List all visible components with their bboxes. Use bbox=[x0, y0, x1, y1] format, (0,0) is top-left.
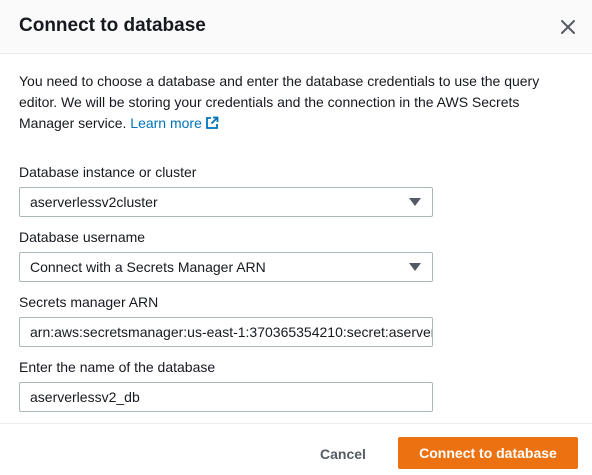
instance-select[interactable]: aserverlessv2cluster bbox=[19, 187, 433, 217]
arn-field: Secrets manager ARN arn:aws:secretsmanag… bbox=[19, 292, 433, 347]
modal-header: Connect to database bbox=[0, 0, 592, 54]
description: You need to choose a database and enter … bbox=[19, 71, 549, 134]
description-text: You need to choose a database and enter … bbox=[19, 73, 540, 131]
connect-button[interactable]: Connect to database bbox=[398, 437, 578, 469]
caret-down-icon bbox=[409, 198, 421, 206]
learn-more-link[interactable]: Learn more bbox=[130, 115, 219, 131]
modal-title: Connect to database bbox=[19, 15, 206, 36]
username-field: Database username Connect with a Secrets… bbox=[19, 227, 433, 282]
close-icon bbox=[561, 20, 575, 34]
username-label: Database username bbox=[19, 229, 146, 245]
instance-field: Database instance or cluster aserverless… bbox=[19, 162, 433, 217]
dbname-input[interactable]: aserverlessv2_db bbox=[19, 382, 433, 412]
dbname-value: aserverlessv2_db bbox=[30, 389, 140, 405]
connect-database-modal: Connect to database You need to choose a… bbox=[0, 0, 592, 475]
modal-footer: Cancel Connect to database bbox=[0, 423, 592, 475]
instance-value: aserverlessv2cluster bbox=[30, 194, 158, 210]
dbname-label: Enter the name of the database bbox=[19, 359, 216, 375]
external-link-icon bbox=[205, 116, 219, 129]
username-select[interactable]: Connect with a Secrets Manager ARN bbox=[19, 252, 433, 282]
dbname-field: Enter the name of the database aserverle… bbox=[19, 357, 433, 412]
caret-down-icon bbox=[409, 263, 421, 271]
modal-body: You need to choose a database and enter … bbox=[19, 71, 575, 134]
arn-label: Secrets manager ARN bbox=[19, 294, 159, 310]
close-button[interactable] bbox=[556, 15, 580, 39]
learn-more-label: Learn more bbox=[130, 115, 202, 131]
arn-input[interactable]: arn:aws:secretsmanager:us-east-1:3703653… bbox=[19, 317, 433, 347]
username-value: Connect with a Secrets Manager ARN bbox=[30, 259, 266, 275]
arn-value: arn:aws:secretsmanager:us-east-1:3703653… bbox=[30, 324, 432, 340]
instance-label: Database instance or cluster bbox=[19, 164, 197, 180]
cancel-button[interactable]: Cancel bbox=[310, 438, 376, 470]
